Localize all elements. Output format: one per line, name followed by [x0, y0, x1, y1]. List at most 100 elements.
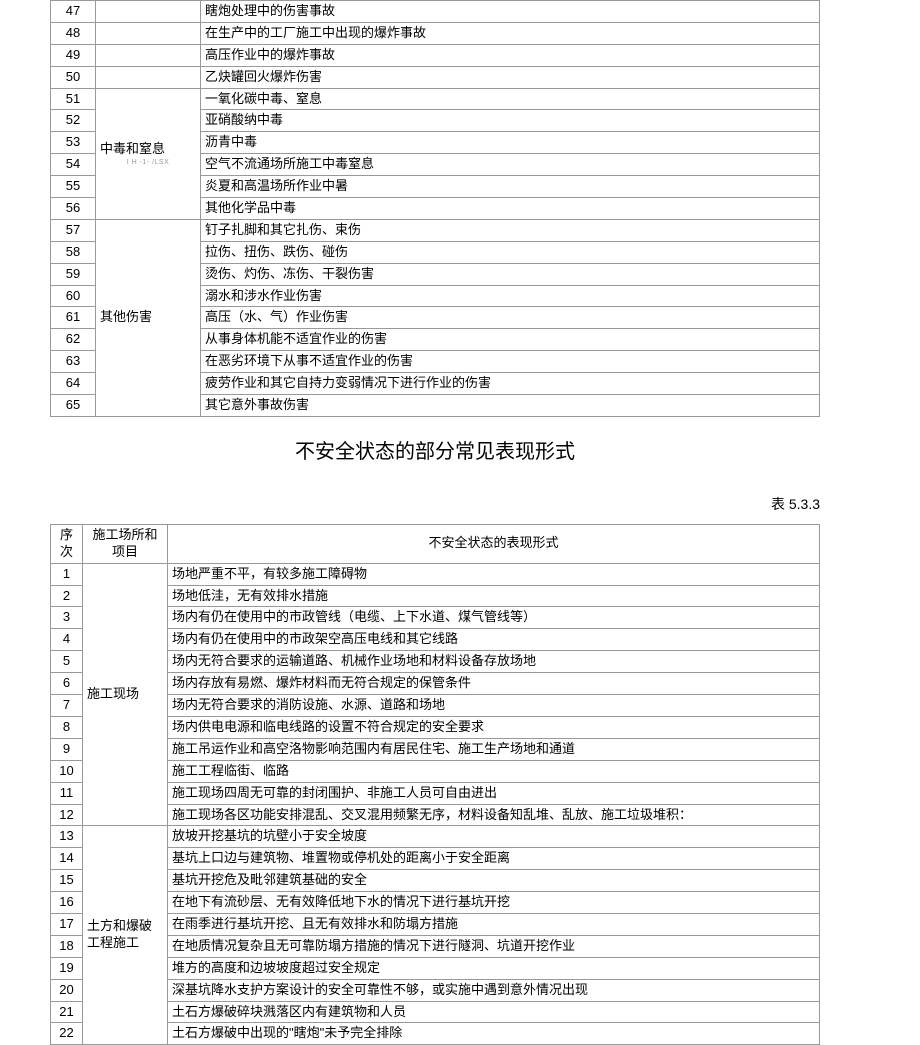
table-row: 1施工现场场地严重不平，有较多施工障碍物: [51, 563, 820, 585]
row-number: 22: [51, 1023, 83, 1045]
row-number: 49: [51, 44, 96, 66]
row-number: 10: [51, 760, 83, 782]
row-number: 18: [51, 935, 83, 957]
row-number: 61: [51, 307, 96, 329]
unsafe-condition-table: 序 次 施工场所和项目 不安全状态的表现形式 1施工现场场地严重不平，有较多施工…: [50, 524, 820, 1045]
description-cell: 一氧化碳中毒、窒息: [201, 88, 820, 110]
description-cell: 高压作业中的爆炸事故: [201, 44, 820, 66]
description-cell: 场地低洼，无有效排水措施: [168, 585, 820, 607]
description-cell: 炎夏和高温场所作业中暑: [201, 176, 820, 198]
description-cell: 在恶劣环境下从事不适宜作业的伤害: [201, 351, 820, 373]
description-cell: 在雨季进行基坑开挖、且无有效排水和防塌方措施: [168, 913, 820, 935]
row-number: 59: [51, 263, 96, 285]
description-cell: 土石方爆破碎块溅落区内有建筑物和人员: [168, 1001, 820, 1023]
injury-table: 47 瞎炮处理中的伤害事故 48 在生产中的工厂施工中出现的爆炸事故 49 高压作业中的爆…: [50, 0, 820, 417]
description-cell: 钉子扎脚和其它扎伤、束伤: [201, 219, 820, 241]
description-cell: 施工现场四周无可靠的封闭围护、非施工人员可自由进出: [168, 782, 820, 804]
row-number: 11: [51, 782, 83, 804]
category-cell: 其他伤害: [96, 219, 201, 416]
header-desc: 不安全状态的表现形式: [168, 524, 820, 563]
table-row: 57其他伤害钉子扎脚和其它扎伤、束伤: [51, 219, 820, 241]
row-number: 21: [51, 1001, 83, 1023]
row-number: 13: [51, 826, 83, 848]
description-cell: 施工工程临街、临路: [168, 760, 820, 782]
row-number: 62: [51, 329, 96, 351]
row-number: 63: [51, 351, 96, 373]
header-seq: 序 次: [51, 524, 83, 563]
table-row: 49 高压作业中的爆炸事故: [51, 44, 820, 66]
description-cell: 乙炔罐回火爆炸伤害: [201, 66, 820, 88]
description-cell: 烫伤、灼伤、冻伤、干裂伤害: [201, 263, 820, 285]
section-title: 不安全状态的部分常见表现形式: [50, 417, 820, 474]
row-number: 15: [51, 870, 83, 892]
description-cell: 拉伤、扭伤、跌伤、碰伤: [201, 241, 820, 263]
row-number: 14: [51, 848, 83, 870]
description-cell: 亚硝酸纳中毒: [201, 110, 820, 132]
table-row: 50 乙炔罐回火爆炸伤害: [51, 66, 820, 88]
tiny-note: I H -1- /LSX: [100, 158, 196, 167]
description-cell: 疲劳作业和其它自持力变弱情况下进行作业的伤害: [201, 373, 820, 395]
description-cell: 场地严重不平，有较多施工障碍物: [168, 563, 820, 585]
row-number: 60: [51, 285, 96, 307]
description-cell: 在生产中的工厂施工中出现的爆炸事故: [201, 22, 820, 44]
description-cell: 从事身体机能不适宜作业的伤害: [201, 329, 820, 351]
row-number: 56: [51, 198, 96, 220]
row-number: 57: [51, 219, 96, 241]
description-cell: 场内存放有易燃、爆炸材料而无符合规定的保管条件: [168, 673, 820, 695]
category-cell: 土方和爆破工程施工: [83, 826, 168, 1045]
category-cell: 施工现场: [83, 563, 168, 826]
category-cell-empty: [96, 1, 201, 23]
table-header-row: 序 次 施工场所和项目 不安全状态的表现形式: [51, 524, 820, 563]
row-number: 47: [51, 1, 96, 23]
description-cell: 土石方爆破中出现的"瞎炮"未予完全排除: [168, 1023, 820, 1045]
row-number: 16: [51, 892, 83, 914]
description-cell: 溺水和涉水作业伤害: [201, 285, 820, 307]
description-cell: 空气不流通场所施工中毒窒息: [201, 154, 820, 176]
row-number: 3: [51, 607, 83, 629]
row-number: 17: [51, 913, 83, 935]
category-cell-empty: [96, 22, 201, 44]
row-number: 2: [51, 585, 83, 607]
table-row: 13土方和爆破工程施工放坡开挖基坑的坑壁小于安全坡度: [51, 826, 820, 848]
category-cell: 中毒和窒息I H -1- /LSX: [96, 88, 201, 219]
description-cell: 其它意外事故伤害: [201, 395, 820, 417]
row-number: 50: [51, 66, 96, 88]
row-number: 8: [51, 716, 83, 738]
row-number: 65: [51, 395, 96, 417]
row-number: 20: [51, 979, 83, 1001]
row-number: 51: [51, 88, 96, 110]
header-category: 施工场所和项目: [83, 524, 168, 563]
description-cell: 高压（水、气）作业伤害: [201, 307, 820, 329]
description-cell: 在地下有流砂层、无有效降低地下水的情况下进行基坑开挖: [168, 892, 820, 914]
row-number: 1: [51, 563, 83, 585]
row-number: 64: [51, 373, 96, 395]
description-cell: 基坑上口边与建筑物、堆置物或停机处的距离小于安全距离: [168, 848, 820, 870]
row-number: 9: [51, 738, 83, 760]
row-number: 12: [51, 804, 83, 826]
description-cell: 施工吊运作业和高空洛物影响范围内有居民住宅、施工生产场地和通道: [168, 738, 820, 760]
row-number: 6: [51, 673, 83, 695]
row-number: 54: [51, 154, 96, 176]
description-cell: 施工现场各区功能安排混乱、交叉混用频繁无序，材料设备知乱堆、乱放、施工垃圾堆积：: [168, 804, 820, 826]
row-number: 52: [51, 110, 96, 132]
description-cell: 基坑开挖危及毗邻建筑基础的安全: [168, 870, 820, 892]
description-cell: 场内供电电源和临电线路的设置不符合规定的安全要求: [168, 716, 820, 738]
description-cell: 场内无符合要求的消防设施、水源、道路和场地: [168, 695, 820, 717]
description-cell: 其他化学品中毒: [201, 198, 820, 220]
description-cell: 沥青中毒: [201, 132, 820, 154]
table-row: 51中毒和窒息I H -1- /LSX一氧化碳中毒、窒息: [51, 88, 820, 110]
row-number: 5: [51, 651, 83, 673]
description-cell: 堆方的高度和边坡坡度超过安全规定: [168, 957, 820, 979]
table-row: 47 瞎炮处理中的伤害事故: [51, 1, 820, 23]
category-cell-empty: [96, 44, 201, 66]
row-number: 55: [51, 176, 96, 198]
description-cell: 场内有仍在使用中的市政管线（电缆、上下水道、煤气管线等）: [168, 607, 820, 629]
row-number: 58: [51, 241, 96, 263]
description-cell: 场内无符合要求的运输道路、机械作业场地和材料设备存放场地: [168, 651, 820, 673]
category-cell-empty: [96, 66, 201, 88]
row-number: 53: [51, 132, 96, 154]
table-row: 48 在生产中的工厂施工中出现的爆炸事故: [51, 22, 820, 44]
row-number: 7: [51, 695, 83, 717]
row-number: 48: [51, 22, 96, 44]
description-cell: 瞎炮处理中的伤害事故: [201, 1, 820, 23]
